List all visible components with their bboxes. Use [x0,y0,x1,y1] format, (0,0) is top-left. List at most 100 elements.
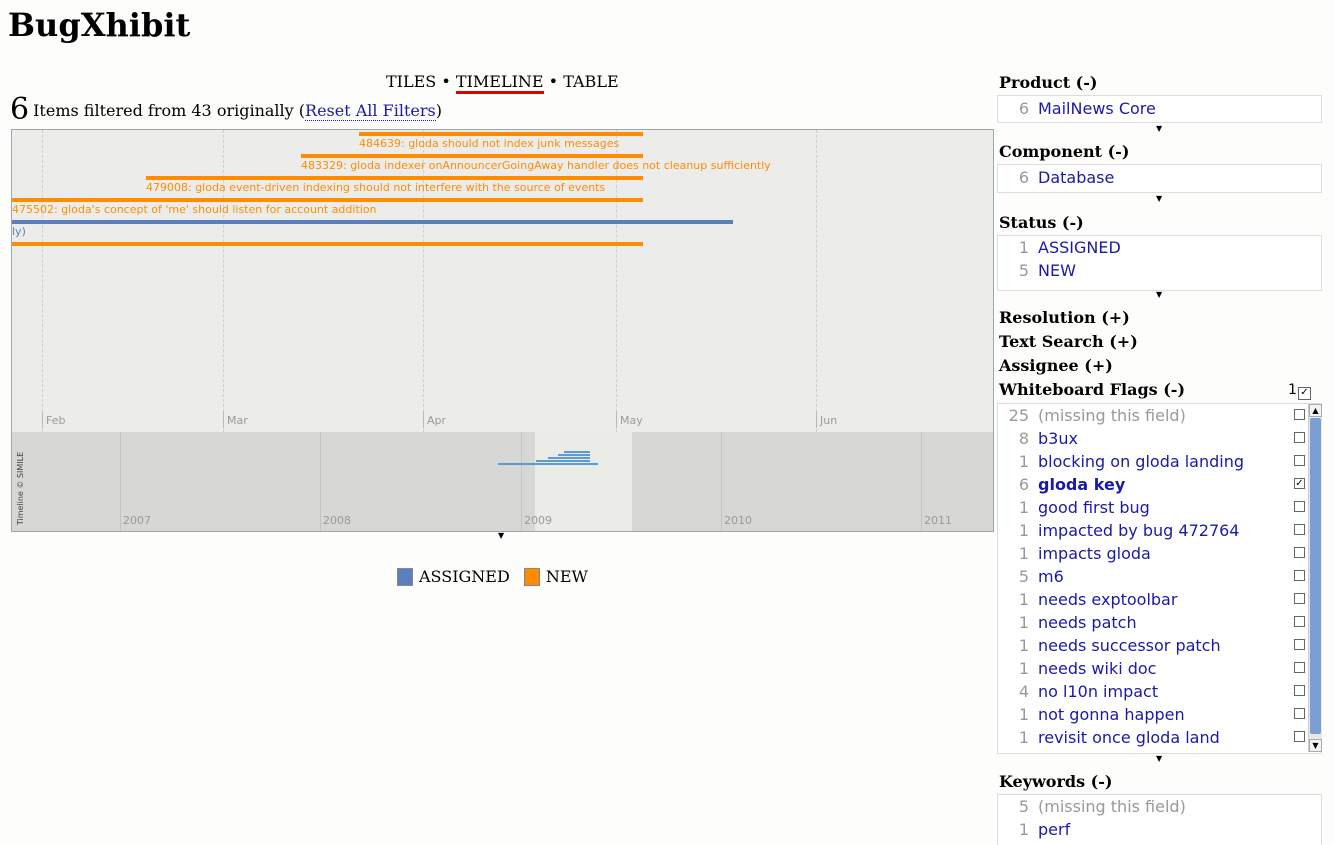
reset-filters-link[interactable]: Reset All Filters [305,101,436,121]
facet-whiteboard: 25 (missing this field) 8 b3ux 1 blocking o… [997,403,1322,754]
facet-value[interactable]: (missing this field) [1038,404,1186,427]
facet-value[interactable]: needs exptoolbar [1038,588,1177,611]
facet-value[interactable]: blocking on gloda landing [1038,450,1244,473]
timeline[interactable]: Feb Mar Apr May Jun 484639: gloda should… [11,129,994,532]
facet-checkbox-checked[interactable]: ✓ [1294,478,1305,489]
facet-checkbox[interactable] [1294,616,1305,627]
facet-checkbox[interactable] [1294,570,1305,581]
event-bar-new[interactable] [12,198,643,202]
facet-value[interactable]: needs wiki doc [1038,657,1156,680]
facet-item[interactable]: 5 NEW [998,259,1321,282]
facet-value[interactable]: gloda key [1038,473,1125,496]
facet-item[interactable]: 1 needs successor patch [998,634,1321,657]
facet-title-resolution[interactable]: Resolution (+) [999,308,1130,327]
facet-item[interactable]: 1 needs patch [998,611,1321,634]
event-label[interactable]: 483329: gloda indexer onAnnouncerGoingAw… [301,159,771,172]
facet-value[interactable]: not gonna happen [1038,703,1185,726]
facet-value[interactable]: (missing this field) [1038,795,1186,818]
facet-title-text-search[interactable]: Text Search (+) [999,332,1138,351]
facet-item[interactable]: 5 (missing this field) [998,795,1321,818]
timeline-overview-band[interactable]: 2007 2008 2009 2010 2011 Timeline © SIMI… [12,432,993,531]
facet-item-selected[interactable]: 6 gloda key ✓ [998,473,1321,496]
year-tick-label: 2008 [323,514,351,527]
facet-checkbox[interactable] [1294,639,1305,650]
collapse-arrow-icon[interactable]: ▼ [1156,124,1162,133]
facet-value[interactable]: revisit once gloda land [1038,726,1220,749]
facet-item[interactable]: 8 b3ux [998,427,1321,450]
filter-summary: 6 Items filtered from 43 originally (Rese… [10,92,442,127]
facet-value[interactable]: b3ux [1038,427,1078,450]
facet-checkbox[interactable] [1294,593,1305,604]
facet-item[interactable]: 1 not gonna happen [998,703,1321,726]
facet-item[interactable]: 6 Database [998,166,1321,189]
view-table[interactable]: TABLE [563,72,618,91]
facet-item[interactable]: 1 needs wiki doc [998,657,1321,680]
facet-checkbox[interactable] [1294,731,1305,742]
clear-selection-checkbox[interactable]: ✓ [1297,387,1311,400]
scrollbar-thumb[interactable] [1310,418,1321,734]
facet-value[interactable]: m6 [1038,565,1064,588]
scroll-up-icon[interactable]: ▲ [1309,404,1322,417]
view-tiles[interactable]: TILES [386,72,436,91]
facet-item[interactable]: 1 blocking on gloda landing [998,450,1321,473]
event-label[interactable]: 475502: gloda's concept of 'me' should l… [12,203,377,216]
facet-value[interactable]: impacted by bug 472764 [1038,519,1239,542]
facet-checkbox[interactable] [1294,547,1305,558]
facet-status: 1 ASSIGNED 5 NEW [997,235,1322,291]
facet-checkbox[interactable] [1294,409,1305,420]
facet-value[interactable]: needs successor patch [1038,634,1221,657]
event-bar-assigned[interactable] [12,220,733,224]
collapse-arrow-icon[interactable]: ▼ [498,531,504,540]
facet-checkbox[interactable] [1294,685,1305,696]
facet-item[interactable]: 5 m6 [998,565,1321,588]
facet-checkbox[interactable] [1294,455,1305,466]
facet-checkbox[interactable] [1294,708,1305,719]
facet-value[interactable]: good first bug [1038,496,1150,519]
facet-item[interactable]: 1 impacted by bug 472764 [998,519,1321,542]
timeline-upper-band[interactable]: Feb Mar Apr May Jun 484639: gloda should… [12,130,993,432]
view-timeline[interactable]: TIMELINE [455,72,544,94]
facet-item[interactable]: 1 perf [998,818,1321,841]
facet-item[interactable]: 1 good first bug [998,496,1321,519]
facet-title-status[interactable]: Status (-) [999,213,1084,232]
facet-checkbox[interactable] [1294,662,1305,673]
facet-value[interactable]: Database [1038,166,1114,189]
facet-value[interactable]: NEW [1038,259,1076,282]
event-label[interactable]: 479008: gloda event-driven indexing shou… [146,181,605,194]
facet-item[interactable]: 1 impacts gloda [998,542,1321,565]
facet-item[interactable]: 25 (missing this field) [998,404,1321,427]
collapse-arrow-icon[interactable]: ▼ [1156,754,1162,763]
facet-item[interactable]: 1 ASSIGNED [998,236,1321,259]
collapse-arrow-icon[interactable]: ▼ [1156,194,1162,203]
event-bar-new[interactable] [359,132,643,136]
facet-item[interactable]: 1 revisit once gloda land [998,726,1321,749]
facet-item[interactable]: 4 no l10n impact [998,680,1321,703]
facet-value[interactable]: ASSIGNED [1038,236,1121,259]
facet-title-whiteboard[interactable]: Whiteboard Flags (-) [999,380,1185,399]
facet-title-assignee[interactable]: Assignee (+) [999,356,1113,375]
facet-scrollbar[interactable]: ▲ ▼ [1308,404,1322,752]
scroll-down-icon[interactable]: ▼ [1309,739,1322,752]
summary-text: Items filtered from 43 originally ( [33,101,306,120]
event-label[interactable]: ly) [12,225,26,238]
facet-value[interactable]: MailNews Core [1038,97,1156,120]
facet-title-product[interactable]: Product (-) [999,73,1097,92]
facet-value[interactable]: impacts gloda [1038,542,1151,565]
facet-checkbox[interactable] [1294,501,1305,512]
facet-value[interactable]: no l10n impact [1038,680,1158,703]
event-bar-new[interactable] [301,154,643,158]
view-separator: • [441,72,451,91]
facet-item[interactable]: 6 MailNews Core [998,97,1321,120]
facet-title-keywords[interactable]: Keywords (-) [999,772,1112,791]
facet-checkbox[interactable] [1294,432,1305,443]
event-bar-new[interactable] [12,242,643,246]
facet-value[interactable]: perf [1038,818,1070,841]
facet-checkbox[interactable] [1294,524,1305,535]
facet-value[interactable]: needs patch [1038,611,1137,634]
event-label[interactable]: 484639: gloda should not index junk mess… [359,137,619,150]
facet-item[interactable]: 1 needs exptoolbar [998,588,1321,611]
event-bar-new[interactable] [146,176,643,180]
whiteboard-selected-count[interactable]: 1 ✓ [1288,382,1311,400]
collapse-arrow-icon[interactable]: ▼ [1156,290,1162,299]
facet-title-component[interactable]: Component (-) [999,142,1129,161]
